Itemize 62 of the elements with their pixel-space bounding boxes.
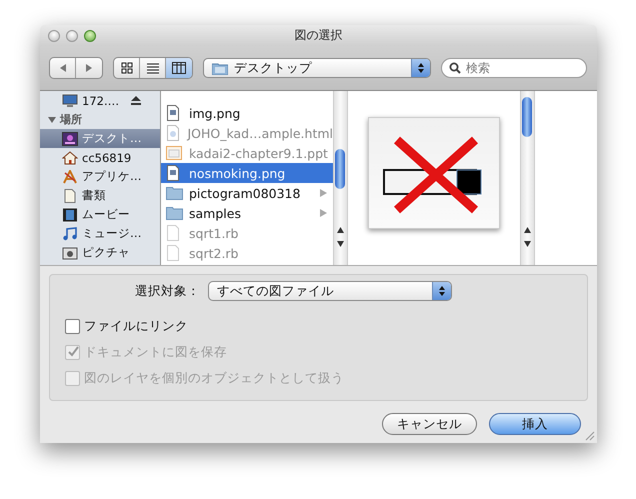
file-item[interactable]: pictogram080318: [161, 183, 333, 203]
presentation-file-icon: [166, 145, 183, 161]
file-type-popup[interactable]: すべての図ファイル: [208, 281, 452, 301]
checkbox[interactable]: ファイルにリンク: [65, 313, 587, 339]
eject-icon[interactable]: [131, 96, 142, 105]
folder-icon: [212, 62, 228, 74]
scroll-down-icon[interactable]: [524, 241, 531, 247]
sidebar-item[interactable]: ミュージ…: [40, 224, 160, 243]
columns-icon: [172, 62, 186, 74]
location-popup[interactable]: デスクトップ: [203, 58, 431, 78]
music-note-icon: [62, 226, 78, 240]
web-file-icon: [166, 125, 182, 141]
resize-grip-icon[interactable]: [583, 429, 595, 441]
file-item: sqrt1.rb: [161, 223, 333, 243]
film-icon: [62, 208, 78, 222]
file-item: JOHO_kad…ample.html: [161, 123, 333, 143]
location-text: デスクトップ: [234, 60, 313, 76]
close-button[interactable]: [48, 30, 60, 42]
grid-icon: [120, 62, 132, 74]
house-icon: [62, 150, 78, 164]
file-item: kadai2-chapter9.1.ppt: [161, 143, 333, 163]
sidebar-item[interactable]: cc56819: [40, 148, 160, 167]
cancel-button[interactable]: キャンセル: [382, 413, 477, 435]
sidebar-item[interactable]: ムービー: [40, 205, 160, 224]
folder-icon: [166, 205, 183, 221]
camera-icon: [62, 246, 78, 260]
filter-label: 選択対象：: [135, 282, 200, 300]
file-item[interactable]: samples: [161, 203, 333, 223]
search-field[interactable]: 検索: [441, 58, 587, 78]
minimize-button[interactable]: [66, 30, 78, 42]
checkmark-icon: [66, 346, 78, 358]
scroll-up-icon[interactable]: [337, 227, 344, 233]
letter-a-icon: [62, 170, 78, 184]
desktop-icon: [62, 132, 78, 146]
scroll-thumb[interactable]: [335, 149, 345, 189]
sidebar-item[interactable]: アプリケ…: [40, 167, 160, 186]
file-item[interactable]: img.png: [161, 103, 333, 123]
scroll-down-icon[interactable]: [337, 241, 344, 247]
search-icon: [449, 62, 461, 74]
file-item[interactable]: nosmoking.png: [161, 163, 333, 183]
stepper-icon: [411, 59, 430, 77]
stepper-icon: [432, 282, 451, 300]
sidebar-section-header[interactable]: 場所: [40, 110, 160, 129]
left-triangle-icon: [58, 63, 68, 73]
scroll-up-icon[interactable]: [524, 227, 531, 233]
document-icon: [62, 188, 78, 202]
sidebar-item[interactable]: ピクチャ: [40, 243, 160, 262]
monitor-icon: [62, 94, 78, 108]
insert-button[interactable]: 挿入: [489, 413, 581, 435]
scrollbar[interactable]: [333, 91, 347, 265]
scroll-thumb[interactable]: [522, 97, 532, 137]
file-item: sqrt2.rb: [161, 243, 333, 263]
window-title: 図の選択: [294, 27, 342, 44]
sidebar-item[interactable]: 書類: [40, 186, 160, 205]
column-view-button[interactable]: [166, 58, 192, 78]
right-triangle-icon: [84, 63, 94, 73]
scrollbar[interactable]: [520, 91, 534, 265]
sidebar-item[interactable]: 172.…: [40, 91, 160, 110]
lines-icon: [146, 62, 158, 74]
folder-icon: [166, 185, 183, 201]
zoom-button[interactable]: [84, 30, 96, 42]
disclosure-triangle-icon: [48, 116, 56, 122]
